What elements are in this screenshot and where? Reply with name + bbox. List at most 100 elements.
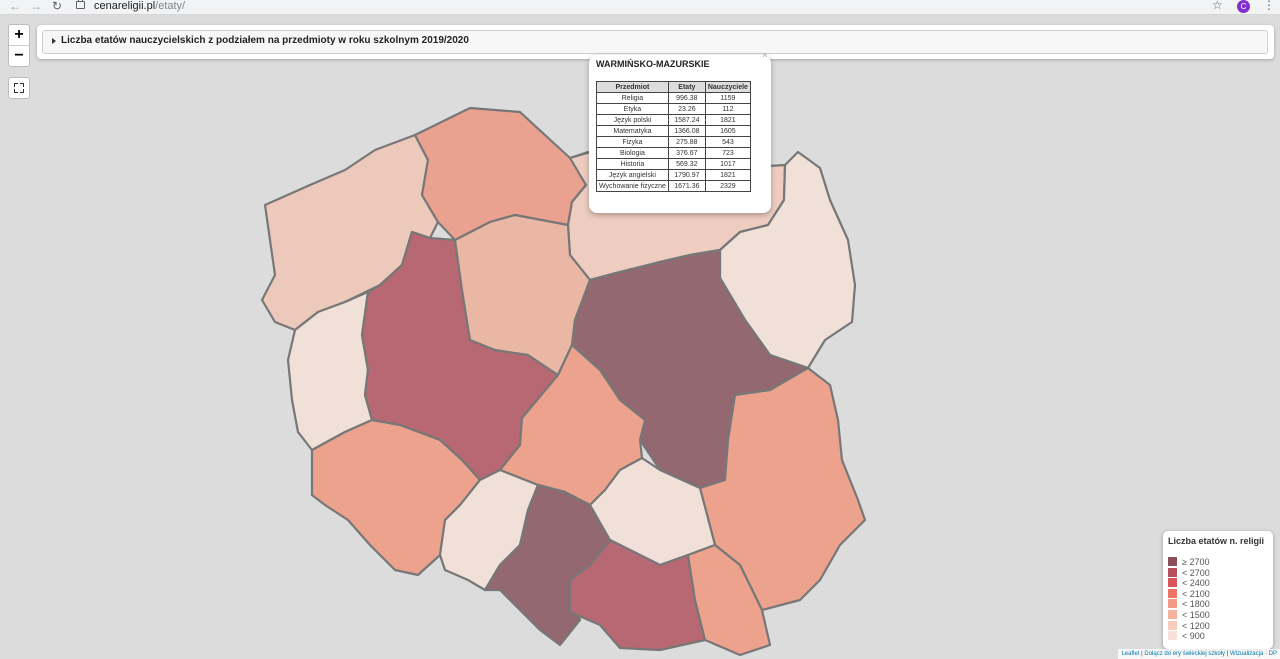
url-text: cenareligii.pl/etaty/ — [94, 0, 185, 12]
table-row: Historia 569.32 1017 — [596, 158, 751, 170]
legend-item: ≥ 2700 — [1168, 557, 1210, 568]
cell-subject: Biologia — [596, 147, 669, 159]
fullscreen-icon-corner — [14, 89, 18, 93]
cell-etaty: 1587.24 — [667, 114, 706, 126]
column-header: Nauczyciele — [704, 81, 751, 93]
legend-swatch — [1168, 557, 1177, 566]
legend-swatch — [1168, 578, 1177, 588]
cell-teachers: 1017 — [704, 158, 751, 170]
legend-label: < 2400 — [1182, 578, 1210, 589]
zoom-control: + − — [8, 24, 30, 67]
legend-item: < 1800 — [1168, 599, 1210, 610]
legend-label: ≥ 2700 — [1182, 557, 1210, 567]
legend-item: < 2400 — [1168, 578, 1210, 589]
zoom-in-button[interactable]: + — [9, 25, 29, 45]
cell-subject: Historia — [596, 158, 669, 170]
cell-etaty: 1366.08 — [667, 125, 706, 137]
cell-etaty: 275.88 — [667, 136, 706, 148]
table-row: Religia 996.38 1159 — [596, 92, 751, 104]
map-title: Liczba etatów nauczycielskich z podziałe… — [61, 35, 469, 46]
cell-teachers: 2329 — [704, 180, 751, 192]
cell-subject: Religia — [596, 92, 669, 104]
bookmark-star-icon[interactable]: ☆ — [1212, 0, 1223, 12]
legend-items: ≥ 2700 < 2700 < 2400 < 2100 < 1800 < 1500 < 12… — [1168, 557, 1210, 642]
profile-avatar[interactable]: C — [1237, 0, 1250, 13]
attribution-link-secular-school[interactable]: Dołącz do ery świeckiej szkoły — [1144, 651, 1225, 657]
cell-etaty: 376.67 — [667, 147, 706, 159]
cell-etaty: 996.38 — [667, 92, 706, 104]
attribution-link-dp[interactable]: DP — [1269, 651, 1277, 657]
cell-subject: Język polski — [596, 114, 669, 126]
browser-menu-icon[interactable]: ⋮ — [1263, 0, 1275, 12]
legend-swatch — [1168, 599, 1177, 609]
table-row: Biologia 376.67 723 — [596, 147, 751, 159]
cell-etaty: 569.32 — [667, 158, 706, 170]
map-attribution: Leaflet | Dołącz do ery świeckiej szkoły… — [1118, 649, 1280, 659]
legend-swatch — [1168, 588, 1177, 598]
url-domain: cenareligii.pl — [94, 0, 156, 12]
map-title-panel: Liczba etatów nauczycielskich z podziałe… — [37, 25, 1274, 59]
legend-swatch — [1168, 567, 1177, 577]
cell-teachers: 112 — [704, 103, 751, 115]
legend-swatch — [1168, 620, 1177, 630]
cell-subject: Matematyka — [596, 125, 669, 137]
legend-item: < 1200 — [1168, 620, 1210, 632]
cell-subject: Etyka — [596, 103, 669, 115]
legend-label: < 2100 — [1182, 588, 1210, 599]
attribution-link-visualization[interactable]: Wizualizacja — [1230, 651, 1263, 657]
cell-teachers: 1605 — [704, 125, 751, 137]
legend-item: < 2700 — [1168, 567, 1210, 579]
table-row: Etyka 23.26 112 — [596, 103, 751, 115]
legend-item: < 1500 — [1168, 609, 1210, 621]
region-popup: ^ WARMIŃSKO-MAZURSKIE Przedmiot Etaty Na… — [589, 52, 771, 213]
legend-label: < 1200 — [1182, 620, 1210, 631]
forward-icon[interactable]: → — [30, 0, 42, 13]
table-row: Fizyka 275.88 543 — [596, 136, 751, 148]
legend-item: < 900 — [1168, 631, 1210, 642]
table-header-row: Przedmiot Etaty Nauczyciele — [596, 81, 751, 93]
zoom-out-button[interactable]: − — [9, 45, 29, 66]
fullscreen-icon-corner — [20, 83, 24, 87]
cell-teachers: 1821 — [704, 169, 751, 181]
cell-etaty: 23.26 — [667, 103, 706, 115]
lock-icon — [76, 0, 85, 9]
cell-teachers: 543 — [704, 136, 751, 148]
table-row: Wychowanie fizyczne 1671.36 2329 — [596, 180, 751, 192]
column-header: Przedmiot — [596, 81, 669, 93]
legend-title: Liczba etatów n. religii — [1168, 536, 1265, 546]
table-row: Język polski 1587.24 1821 — [596, 114, 751, 126]
map-legend: Liczba etatów n. religii ≥ 2700 < 2700 < 2… — [1163, 531, 1273, 649]
fullscreen-button[interactable] — [8, 77, 30, 99]
legend-swatch — [1168, 609, 1177, 619]
expand-triangle-icon — [52, 38, 56, 44]
popup-close-icon[interactable]: ^ — [763, 52, 767, 62]
popup-region-title: WARMIŃSKO-MAZURSKIE — [596, 59, 710, 69]
reload-icon[interactable]: ↻ — [52, 0, 62, 13]
leaflet-link[interactable]: Leaflet — [1121, 651, 1139, 657]
browser-toolbar: ← → ↻ cenareligii.pl/etaty/ ☆ C ⋮ — [0, 0, 1280, 15]
cell-etaty: 1671.36 — [667, 180, 706, 192]
map-viewport[interactable]: + − Liczba etatów nauczycielskich z podz… — [0, 15, 1280, 659]
cell-teachers: 1821 — [704, 114, 751, 126]
cell-subject: Fizyka — [596, 136, 669, 148]
cell-etaty: 1790.97 — [667, 169, 706, 181]
legend-label: < 900 — [1182, 631, 1205, 642]
url-path: /etaty/ — [155, 0, 186, 12]
legend-label: < 1800 — [1182, 599, 1210, 610]
title-collapsible[interactable]: Liczba etatów nauczycielskich z podziałe… — [42, 30, 1268, 54]
address-bar[interactable]: cenareligii.pl/etaty/ — [70, 0, 1220, 13]
fullscreen-icon — [14, 83, 18, 87]
table-row: Matematyka 1366.08 1605 — [596, 125, 751, 137]
legend-swatch — [1168, 631, 1177, 641]
cell-teachers: 1159 — [704, 92, 751, 104]
cell-subject: Wychowanie fizyczne — [596, 180, 669, 192]
legend-label: < 1500 — [1182, 609, 1210, 620]
legend-item: < 2100 — [1168, 588, 1210, 600]
legend-label: < 2700 — [1182, 567, 1210, 578]
table-row: Język angielski 1790.97 1821 — [596, 169, 751, 181]
cell-teachers: 723 — [704, 147, 751, 159]
back-icon[interactable]: ← — [9, 0, 21, 13]
column-header: Etaty — [667, 81, 706, 93]
fullscreen-icon-corner — [20, 89, 24, 93]
popup-table: Przedmiot Etaty Nauczyciele Religia 996.3… — [596, 81, 751, 192]
